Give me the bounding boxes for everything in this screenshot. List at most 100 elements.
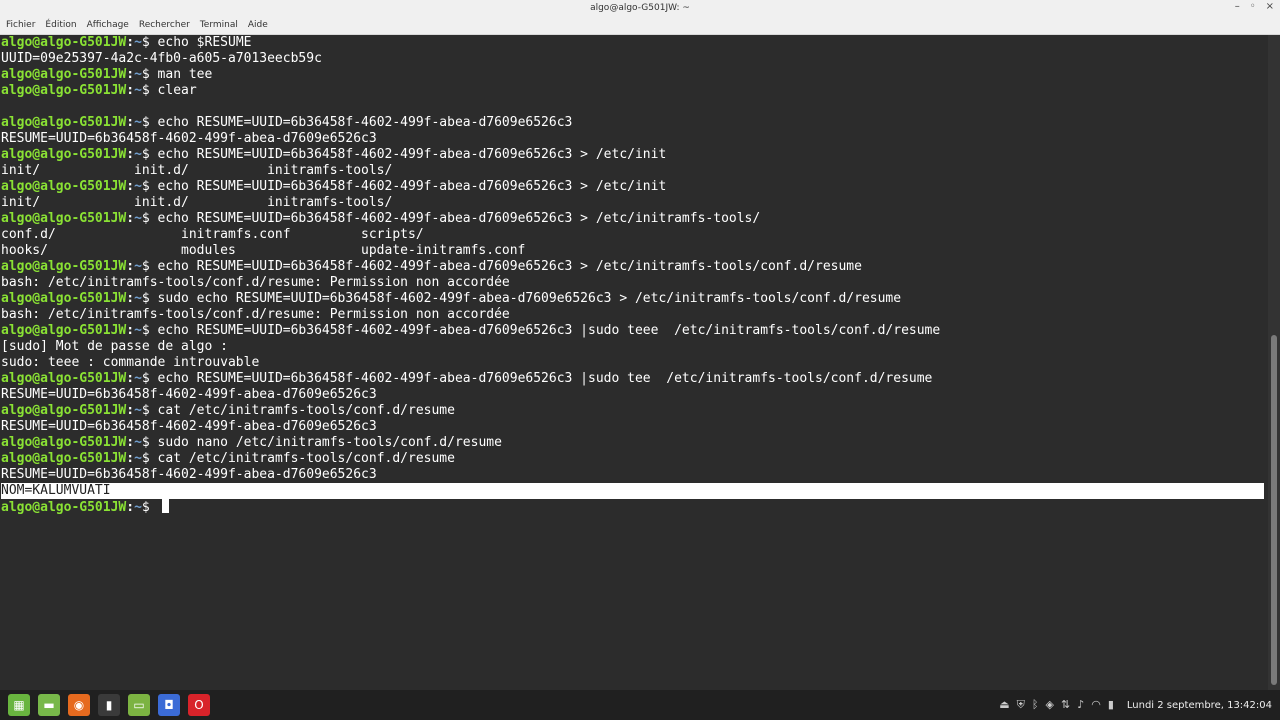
prompt-user-host: algo@algo-G501JW	[1, 211, 127, 226]
show-desktop-icon[interactable]: ▬	[38, 694, 60, 716]
prompt-separator: :	[126, 291, 135, 306]
output-line: RESUME=UUID=6b36458f-4602-499f-abea-d760…	[1, 131, 377, 146]
command-line: algo@algo-G501JW:~$ echo $RESUME	[1, 35, 1268, 51]
menu-edition[interactable]: Édition	[42, 20, 83, 30]
prompt-path: ~	[134, 211, 142, 226]
menu-affichage[interactable]: Affichage	[84, 20, 136, 30]
command-line: algo@algo-G501JW:~$ man tee	[1, 67, 1268, 83]
prompt-symbol: $	[141, 147, 158, 162]
taskbar: ▦ ▬ ◉ ▮ ▭ ◘ O ⏏ ⛨ ᛒ ◈ ⇅ ♪ ◠ ▮ Lundi 2 septembre, 13:4…	[0, 690, 1280, 720]
screenshot-icon[interactable]: ◘	[158, 694, 180, 716]
prompt-separator: :	[126, 179, 135, 194]
command-line: algo@algo-G501JW:~$ echo RESUME=UUID=6b3…	[1, 147, 1268, 163]
prompt-separator: :	[126, 67, 135, 82]
close-button[interactable]: ×	[1266, 1, 1274, 12]
terminal-output[interactable]: algo@algo-G501JW:~$ echo $RESUME UUID=09e…	[0, 35, 1268, 690]
prompt-symbol: $	[141, 451, 158, 466]
prompt-path: ~	[134, 500, 142, 515]
output-line: init/ init.d/ initramfs-tools/	[1, 163, 393, 178]
volume-icon[interactable]: ♪	[1077, 698, 1084, 712]
output-line: conf.d/ initramfs.conf scripts/	[1, 227, 424, 242]
prompt-user-host: algo@algo-G501JW	[1, 67, 127, 82]
prompt-symbol: $	[141, 35, 158, 50]
prompt-separator: :	[126, 323, 135, 338]
menu-fichier[interactable]: Fichier	[3, 20, 42, 30]
output-line: RESUME=UUID=6b36458f-4602-499f-abea-d760…	[1, 419, 377, 434]
prompt-path: ~	[134, 115, 142, 130]
title-bar[interactable]: algo@algo-G501JW: ~ – ◦ ×	[0, 0, 1280, 16]
prompt-user-host: algo@algo-G501JW	[1, 179, 127, 194]
current-prompt-line: algo@algo-G501JW:~$	[1, 499, 1268, 515]
prompt-user-host: algo@algo-G501JW	[1, 35, 127, 50]
command-text: echo RESUME=UUID=6b36458f-4602-499f-abea…	[157, 371, 933, 386]
eject-icon[interactable]: ⏏	[999, 698, 1009, 712]
prompt-path: ~	[134, 323, 142, 338]
output-line: init/ init.d/ initramfs-tools/	[1, 195, 393, 210]
prompt-symbol: $	[141, 291, 158, 306]
opera-icon[interactable]: O	[188, 694, 210, 716]
shield-icon[interactable]: ⛨	[1017, 698, 1025, 712]
network-icon[interactable]: ⇅	[1061, 698, 1070, 712]
menu-aide[interactable]: Aide	[245, 20, 275, 30]
command-line: algo@algo-G501JW:~$ echo RESUME=UUID=6b3…	[1, 323, 1268, 339]
wifi-icon[interactable]: ◠	[1091, 698, 1101, 712]
battery-icon[interactable]: ▮	[1108, 698, 1114, 712]
selected-output-line: NOM=KALUMVUATI	[1, 483, 1264, 499]
menu-terminal[interactable]: Terminal	[197, 20, 245, 30]
menu-rechercher[interactable]: Rechercher	[136, 20, 197, 30]
clock[interactable]: Lundi 2 septembre, 13:42:04	[1127, 700, 1272, 711]
files-icon[interactable]: ▭	[128, 694, 150, 716]
scrollbar-thumb[interactable]	[1271, 335, 1277, 685]
output-line: sudo: teee : commande introuvable	[1, 355, 260, 370]
prompt-path: ~	[134, 371, 142, 386]
prompt-user-host: algo@algo-G501JW	[1, 291, 127, 306]
taskbar-apps: ▦ ▬ ◉ ▮ ▭ ◘ O	[0, 694, 210, 716]
prompt-user-host: algo@algo-G501JW	[1, 500, 127, 515]
command-text: cat /etc/initramfs-tools/conf.d/resume	[157, 403, 455, 418]
command-line: algo@algo-G501JW:~$ echo RESUME=UUID=6b3…	[1, 371, 1268, 387]
output-line: RESUME=UUID=6b36458f-4602-499f-abea-d760…	[1, 387, 377, 402]
command-text: sudo nano /etc/initramfs-tools/conf.d/re…	[157, 435, 502, 450]
prompt-path: ~	[134, 67, 142, 82]
firefox-icon[interactable]: ◉	[68, 694, 90, 716]
prompt-separator: :	[126, 371, 135, 386]
bluetooth-icon[interactable]: ᛒ	[1032, 698, 1039, 712]
output-line: hooks/ modules update-initramfs.conf	[1, 243, 526, 258]
menu-bar: Fichier Édition Affichage Rechercher Ter…	[0, 16, 1280, 35]
prompt-separator: :	[126, 435, 135, 450]
prompt-user-host: algo@algo-G501JW	[1, 451, 127, 466]
text-cursor	[161, 499, 169, 513]
prompt-user-host: algo@algo-G501JW	[1, 259, 127, 274]
command-text: echo RESUME=UUID=6b36458f-4602-499f-abea…	[157, 259, 862, 274]
prompt-user-host: algo@algo-G501JW	[1, 435, 127, 450]
prompt-symbol: $	[141, 371, 158, 386]
command-line: algo@algo-G501JW:~$ sudo echo RESUME=UUI…	[1, 291, 1268, 307]
output-line: bash: /etc/initramfs-tools/conf.d/resume…	[1, 275, 510, 290]
prompt-symbol: $	[141, 67, 158, 82]
command-text: echo RESUME=UUID=6b36458f-4602-499f-abea…	[157, 323, 941, 338]
command-line: algo@algo-G501JW:~$ sudo nano /etc/initr…	[1, 435, 1268, 451]
prompt-separator: :	[126, 451, 135, 466]
window-title: algo@algo-G501JW: ~	[590, 3, 690, 13]
minimize-button[interactable]: –	[1235, 1, 1240, 12]
prompt-path: ~	[134, 291, 142, 306]
terminal-icon[interactable]: ▮	[98, 694, 120, 716]
maximize-button[interactable]: ◦	[1250, 1, 1256, 12]
prompt-path: ~	[134, 259, 142, 274]
command-line: algo@algo-G501JW:~$ cat /etc/initramfs-t…	[1, 403, 1268, 419]
prompt-separator: :	[126, 83, 135, 98]
prompt-symbol: $	[141, 403, 158, 418]
output-line: RESUME=UUID=6b36458f-4602-499f-abea-d760…	[1, 467, 377, 482]
command-line: algo@algo-G501JW:~$ echo RESUME=UUID=6b3…	[1, 179, 1268, 195]
prompt-path: ~	[134, 403, 142, 418]
prompt-path: ~	[134, 435, 142, 450]
prompt-user-host: algo@algo-G501JW	[1, 403, 127, 418]
command-text: echo $RESUME	[157, 35, 252, 50]
menu-icon[interactable]: ▦	[8, 694, 30, 716]
prompt-symbol: $	[141, 83, 158, 98]
terminal-scrollbar[interactable]	[1268, 35, 1280, 690]
nvidia-icon[interactable]: ◈	[1046, 698, 1054, 712]
prompt-user-host: algo@algo-G501JW	[1, 115, 127, 130]
prompt-separator: :	[126, 35, 135, 50]
